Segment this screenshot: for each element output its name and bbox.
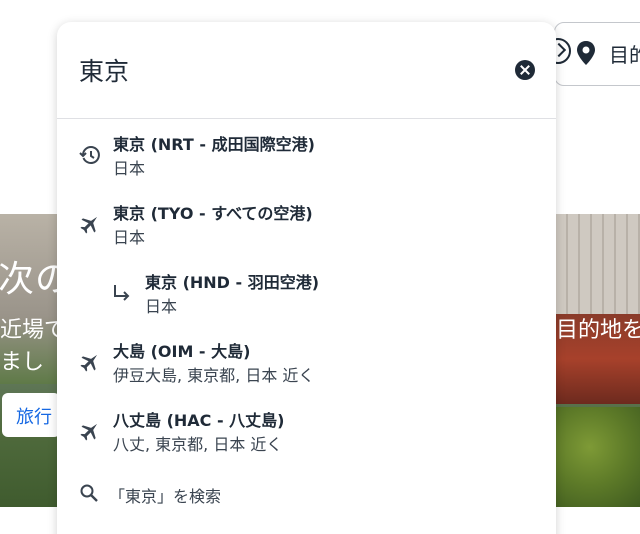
search-input[interactable] xyxy=(79,52,499,88)
suggestion-item[interactable]: 八丈島 (HAC - 八丈島) 八丈, 東京都, 日本 近く xyxy=(57,396,556,462)
suggestion-title: 大島 (OIM - 大島) xyxy=(113,342,251,361)
suggestion-subtitle: 日本 xyxy=(113,228,146,247)
suggestion-item[interactable]: 東京 (TYO - すべての空港) 日本 xyxy=(57,189,556,255)
destination-placeholder: 目的 xyxy=(609,43,640,67)
suggestion-item[interactable]: 大島 (OIM - 大島) 伊豆大島, 東京都, 日本 近く xyxy=(57,327,556,393)
suggestion-subtitle: 伊豆大島, 東京都, 日本 近く xyxy=(113,366,315,385)
autocomplete-dropdown: 東京 (NRT - 成田国際空港) 日本 東京 (TYO - すべての空港) 日… xyxy=(57,22,556,534)
clear-icon[interactable] xyxy=(515,60,535,80)
search-all-label: 「東京」を検索 xyxy=(109,487,222,506)
sub-arrow-icon xyxy=(114,285,130,301)
location-pin-icon xyxy=(577,41,595,65)
search-row xyxy=(57,22,556,119)
suggestion-item[interactable]: 東京 (HND - 羽田空港) 日本 xyxy=(57,258,556,324)
hero-travel-button[interactable]: 旅行 xyxy=(2,393,60,437)
suggestion-subtitle: 日本 xyxy=(113,159,146,178)
plane-icon xyxy=(80,354,98,372)
suggestion-title: 東京 (HND - 羽田空港) xyxy=(145,273,320,292)
hero-image-trees xyxy=(556,407,640,507)
hero-subtitle-line2: まし xyxy=(0,350,45,375)
plane-icon xyxy=(80,216,98,234)
hero-subtitle-right: 目的地を xyxy=(556,318,640,343)
search-all-option[interactable]: 「東京」を検索 xyxy=(57,462,556,512)
suggestion-title: 東京 (TYO - すべての空港) xyxy=(113,204,313,223)
search-icon xyxy=(80,484,98,502)
suggestion-subtitle: 日本 xyxy=(145,297,178,316)
suggestion-title: 八丈島 (HAC - 八丈島) xyxy=(113,411,285,430)
page: 次の 近場で まし 目的地を 旅行 目的 東京 (NRT - 成田国際空港) 日… xyxy=(0,0,640,534)
suggestion-subtitle: 八丈, 東京都, 日本 近く xyxy=(113,435,283,454)
hero-image-skyline xyxy=(556,214,640,314)
suggestion-item[interactable]: 東京 (NRT - 成田国際空港) 日本 xyxy=(57,120,556,186)
plane-icon xyxy=(80,423,98,441)
suggestion-title: 東京 (NRT - 成田国際空港) xyxy=(113,135,315,154)
history-icon xyxy=(79,146,100,164)
